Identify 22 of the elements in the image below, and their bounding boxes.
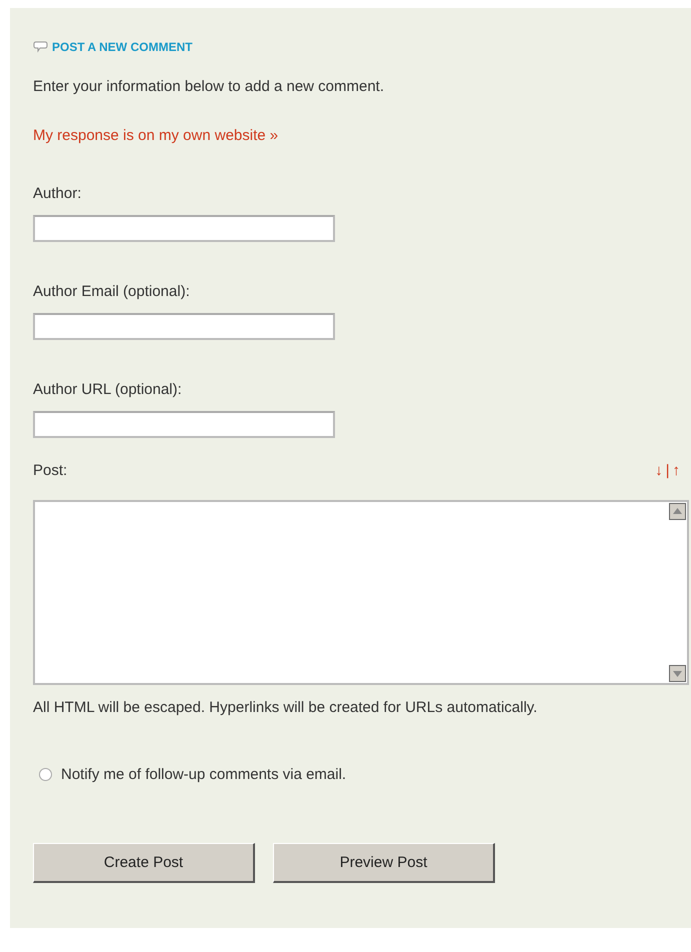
shrink-link[interactable]: ↓ bbox=[655, 462, 663, 479]
scroll-up-icon[interactable] bbox=[669, 503, 686, 520]
submit-button[interactable]: Preview Post bbox=[273, 843, 495, 883]
section-heading: POST A NEW COMMENT bbox=[52, 40, 192, 54]
checkbox-label: Notify me of follow-up comments via email. bbox=[61, 766, 346, 783]
field-label: Author: bbox=[33, 185, 82, 202]
scroll-down-icon[interactable] bbox=[669, 665, 686, 682]
separator-text: | bbox=[666, 462, 670, 479]
submit-button[interactable]: Create Post bbox=[33, 843, 255, 883]
field-label: Author URL (optional): bbox=[33, 381, 183, 398]
input-field[interactable] bbox=[33, 313, 335, 340]
help-text: All HTML will be escaped. Hyperlinks will be created for URLs automatically. bbox=[33, 699, 538, 716]
input-field[interactable] bbox=[33, 411, 335, 438]
checkbox[interactable] bbox=[39, 768, 52, 781]
field-label: Author Email (optional): bbox=[33, 283, 191, 300]
input-field[interactable] bbox=[33, 215, 335, 242]
post-textarea[interactable] bbox=[33, 500, 689, 685]
grow-link[interactable]: ↑ bbox=[672, 462, 680, 479]
speech-bubble-icon bbox=[33, 41, 48, 53]
website-link[interactable]: My response is on my own website » bbox=[33, 127, 278, 144]
intro-text: Enter your information below to add a new comment. bbox=[33, 78, 386, 95]
field-label: Post: bbox=[33, 462, 68, 479]
